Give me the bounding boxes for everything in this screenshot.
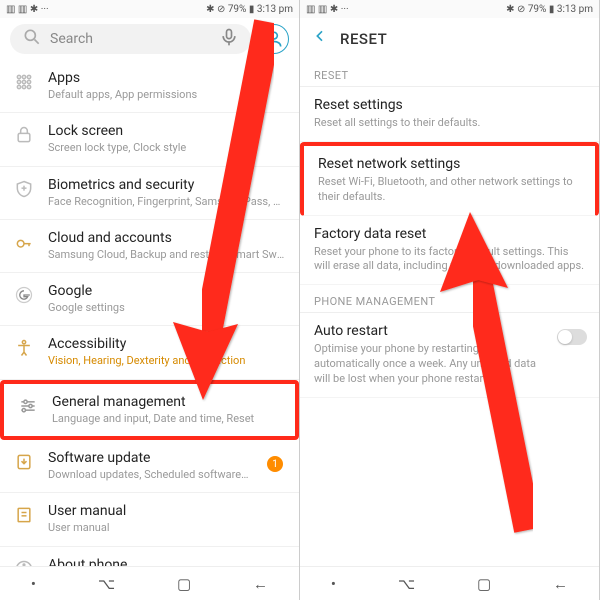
item-subtitle: Face Recognition, Fingerprint, Samsung P… xyxy=(48,195,285,209)
section-reset: RESET xyxy=(300,59,599,87)
item-subtitle: User manual xyxy=(48,521,285,535)
item-subtitle: Reset Wi-Fi, Bluetooth, and other networ… xyxy=(318,175,581,205)
mic-icon[interactable] xyxy=(219,27,239,51)
settings-item-software-update[interactable]: Software update Download updates, Schedu… xyxy=(0,440,299,493)
page-header: RESET xyxy=(300,18,599,59)
sliders-icon xyxy=(18,396,38,416)
back-button[interactable] xyxy=(312,28,328,49)
accessibility-icon xyxy=(14,338,34,358)
nav-recents[interactable]: ⌥ xyxy=(98,575,115,593)
factory-data-reset-item[interactable]: Factory data reset Reset your phone to i… xyxy=(300,216,599,286)
item-subtitle: Reset your phone to its factory default … xyxy=(314,245,585,275)
settings-item-biometrics[interactable]: Biometrics and security Face Recognition… xyxy=(0,167,299,220)
nav-dot[interactable]: • xyxy=(31,575,36,593)
item-subtitle: Vision, Hearing, Dexterity and interacti… xyxy=(48,354,285,368)
item-subtitle: Samsung Cloud, Backup and restore, Smart… xyxy=(48,248,285,262)
status-left: ▥ ▥ ✱ ··· xyxy=(306,4,349,15)
item-subtitle: Google settings xyxy=(48,301,285,315)
apps-icon xyxy=(14,72,34,92)
cloud-key-icon xyxy=(14,232,34,252)
download-icon xyxy=(14,452,34,472)
item-subtitle: Language and input, Date and time, Reset xyxy=(52,412,281,426)
search-placeholder: Search xyxy=(50,31,93,47)
reset-settings-item[interactable]: Reset settings Reset all settings to the… xyxy=(300,87,599,142)
item-title: Software update xyxy=(48,450,285,466)
item-title: General management xyxy=(52,394,281,410)
item-subtitle: Optimise your phone by restarting it aut… xyxy=(314,342,585,387)
android-nav-bar: • ⌥ ▢ ← xyxy=(300,566,599,600)
search-row: Search xyxy=(0,18,299,60)
status-bar: ▥ ▥ ✱ ··· ✱ ⊘ 79% ▮ 3:13 pm xyxy=(0,0,299,18)
search-input[interactable]: Search xyxy=(10,24,251,54)
android-nav-bar: • ⌥ ▢ ← xyxy=(0,566,299,600)
settings-item-user-manual[interactable]: User manual User manual xyxy=(0,493,299,546)
lock-icon xyxy=(14,125,34,145)
status-right: ✱ ⊘ 79% ▮ 3:13 pm xyxy=(206,4,293,15)
nav-home[interactable]: ▢ xyxy=(177,575,191,593)
nav-back[interactable]: ← xyxy=(253,575,268,593)
item-title: Reset settings xyxy=(314,97,585,113)
settings-item-cloud[interactable]: Cloud and accounts Samsung Cloud, Backup… xyxy=(0,220,299,273)
item-subtitle: Default apps, App permissions xyxy=(48,88,285,102)
item-subtitle: Screen lock type, Clock style xyxy=(48,141,285,155)
settings-list: Apps Default apps, App permissions Lock … xyxy=(0,60,299,580)
item-title: Auto restart xyxy=(314,323,585,339)
auto-restart-toggle[interactable] xyxy=(557,329,587,345)
item-title: Accessibility xyxy=(48,336,285,352)
status-left: ▥ ▥ ✱ ··· xyxy=(6,4,49,15)
page-title: RESET xyxy=(340,30,387,48)
auto-restart-item[interactable]: Auto restart Optimise your phone by rest… xyxy=(300,313,599,398)
reset-network-settings-item[interactable]: Reset network settings Reset Wi-Fi, Blue… xyxy=(300,142,599,216)
shield-icon xyxy=(14,179,34,199)
item-title: Cloud and accounts xyxy=(48,230,285,246)
status-right: ✱ ⊘ 79% ▮ 3:13 pm xyxy=(506,4,593,15)
item-title: Lock screen xyxy=(48,123,285,139)
item-title: Google xyxy=(48,283,285,299)
nav-dot[interactable]: • xyxy=(331,575,336,593)
manual-icon xyxy=(14,505,34,525)
nav-back[interactable]: ← xyxy=(553,575,568,593)
item-title: Factory data reset xyxy=(314,226,585,242)
google-icon xyxy=(14,285,34,305)
item-title: Apps xyxy=(48,70,285,86)
settings-main-screen: ▥ ▥ ✱ ··· ✱ ⊘ 79% ▮ 3:13 pm Search xyxy=(0,0,300,600)
settings-item-google[interactable]: Google Google settings xyxy=(0,273,299,326)
settings-item-lock-screen[interactable]: Lock screen Screen lock type, Clock styl… xyxy=(0,113,299,166)
status-bar: ▥ ▥ ✱ ··· ✱ ⊘ 79% ▮ 3:13 pm xyxy=(300,0,599,18)
settings-item-accessibility[interactable]: Accessibility Vision, Hearing, Dexterity… xyxy=(0,326,299,379)
reset-screen: ▥ ▥ ✱ ··· ✱ ⊘ 79% ▮ 3:13 pm RESET RESET … xyxy=(300,0,600,600)
nav-recents[interactable]: ⌥ xyxy=(398,575,415,593)
item-title: Biometrics and security xyxy=(48,177,285,193)
settings-item-apps[interactable]: Apps Default apps, App permissions xyxy=(0,60,299,113)
item-title: Reset network settings xyxy=(318,156,581,172)
update-badge: 1 xyxy=(267,456,283,472)
item-title: User manual xyxy=(48,503,285,519)
nav-home[interactable]: ▢ xyxy=(477,575,491,593)
item-subtitle: Reset all settings to their defaults. xyxy=(314,116,585,131)
settings-item-general-management[interactable]: General management Language and input, D… xyxy=(0,380,299,440)
item-subtitle: Download updates, Scheduled software… xyxy=(48,468,285,482)
section-phone-management: PHONE MANAGEMENT xyxy=(300,285,599,313)
search-icon xyxy=(22,27,42,51)
account-button[interactable] xyxy=(259,24,289,54)
